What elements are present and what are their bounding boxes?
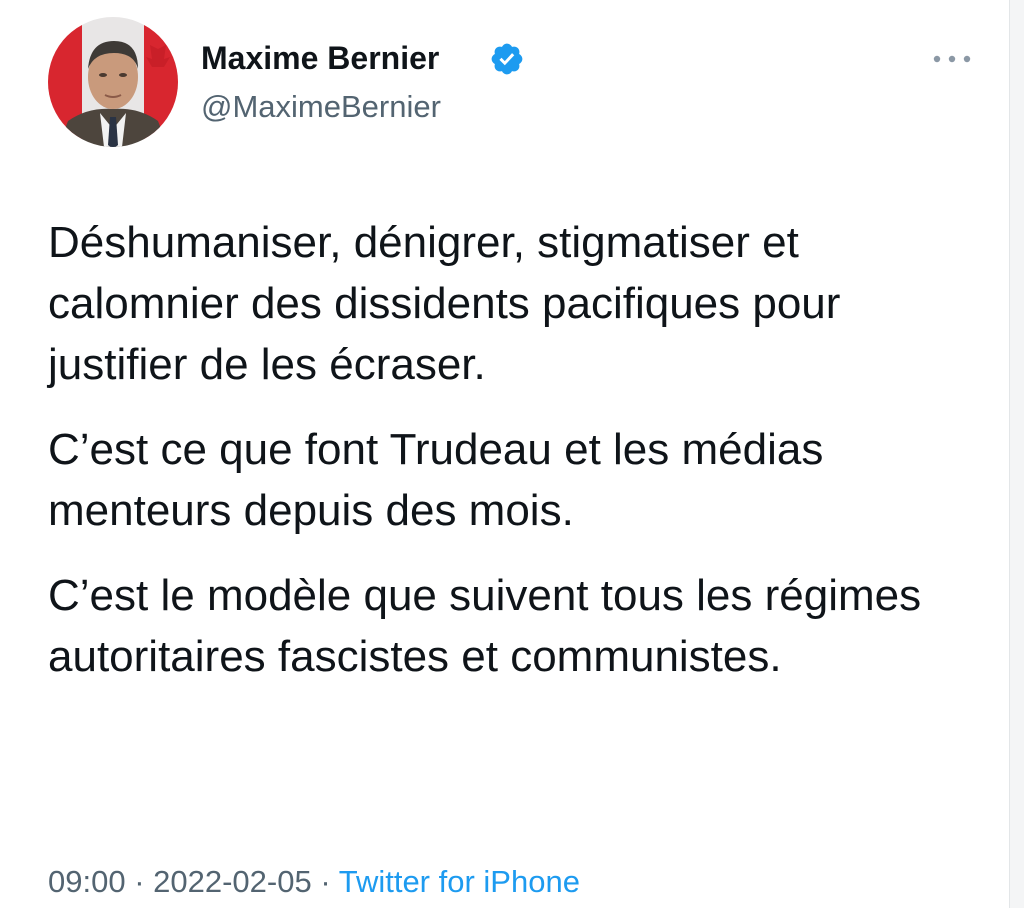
tweet-date[interactable]: 2022-02-05 [153,864,312,899]
verified-badge-icon [489,41,525,77]
tweet-text: Déshumaniser, dénigrer, stigmatiser et c… [48,212,988,711]
meta-separator: · [125,864,154,899]
tweet-source-link[interactable]: Twitter for iPhone [339,864,580,899]
avatar[interactable] [48,17,178,147]
tweet-paragraph: C’est ce que font Trudeau et les médias … [48,425,824,535]
more-options-button[interactable] [930,46,974,72]
avatar-photo [48,17,178,147]
tweet-meta: 09:00 · 2022-02-05 · Twitter for iPhone [48,860,580,904]
author-handle[interactable]: @MaximeBernier [201,87,441,127]
meta-separator: · [311,864,339,899]
tweet-paragraph: C’est le modèle que suivent tous les rég… [48,571,922,681]
tweet-paragraph: Déshumaniser, dénigrer, stigmatiser et c… [48,218,841,389]
tweet-card: Maxime Bernier @MaximeBernier Déshumanis… [0,0,1010,908]
display-name[interactable]: Maxime Bernier [201,38,439,78]
ellipsis-icon [933,55,971,63]
tweet-time[interactable]: 09:00 [48,864,126,899]
scrollbar-track [1009,0,1024,908]
